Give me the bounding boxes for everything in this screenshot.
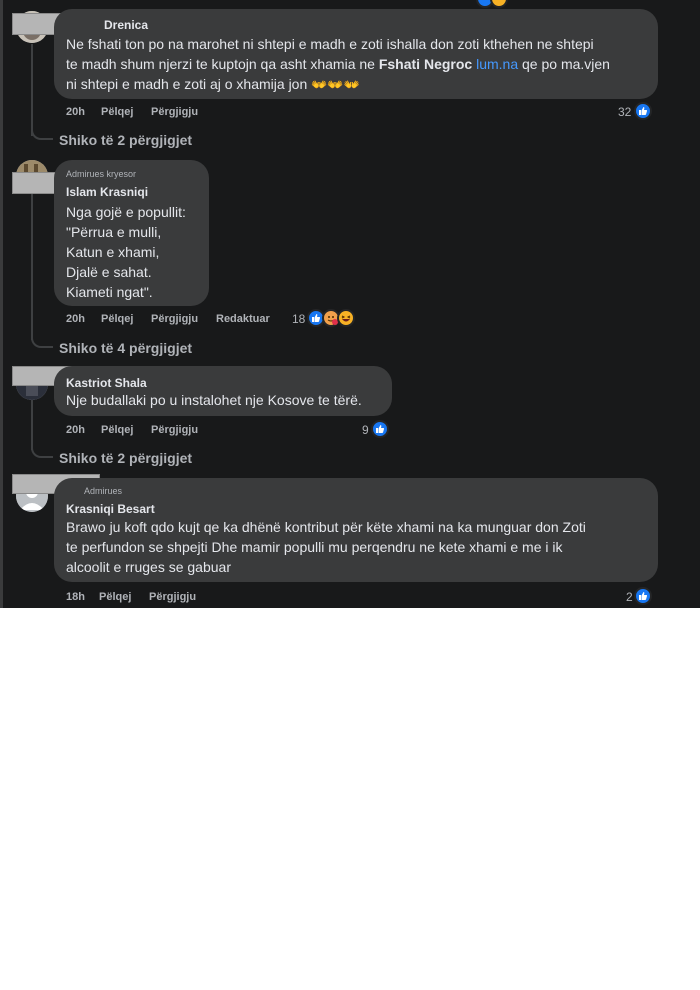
- top-fan-badge: Admirues kryesor: [66, 169, 137, 179]
- like-icon: [634, 587, 652, 605]
- comment-author[interactable]: Krasniqi Besart: [66, 502, 155, 516]
- comment-time[interactable]: 20h: [66, 313, 85, 325]
- comment-link[interactable]: lum.na: [476, 56, 518, 72]
- like-button[interactable]: Pëlqej: [101, 313, 133, 325]
- comments-panel: Drenica Ne fshati ton po na marohet ni s…: [0, 0, 700, 608]
- view-replies-link[interactable]: Shiko të 2 përgjigjet: [59, 450, 192, 466]
- reply-button[interactable]: Përgjigju: [151, 106, 198, 118]
- reply-button[interactable]: Përgjigju: [151, 424, 198, 436]
- reply-button[interactable]: Përgjigju: [151, 313, 198, 325]
- reply-connector: [31, 440, 53, 458]
- comment-time[interactable]: 20h: [66, 424, 85, 436]
- comment-text-line: Kiameti ngat".: [66, 284, 153, 300]
- view-replies-link[interactable]: Shiko të 4 përgjigjet: [59, 340, 192, 356]
- comment-text-line: Nga gojë e popullit:: [66, 204, 186, 220]
- comment-text-line: te madh shum njerzi te kuptojn qa asht x…: [66, 56, 610, 72]
- reaction-count[interactable]: 9: [362, 423, 369, 437]
- comment-time[interactable]: 18h: [66, 591, 85, 603]
- comment-text-line: Djalë e sahat.: [66, 264, 152, 280]
- haha-icon: [490, 0, 508, 8]
- comment-text-line: alcoolit e rruges se gabuar: [66, 559, 231, 575]
- comment-text-line: te perfundon se shpejti Dhe mamir popull…: [66, 539, 563, 555]
- view-replies-link[interactable]: Shiko të 2 përgjigjet: [59, 132, 192, 148]
- reaction-count[interactable]: 32: [618, 105, 631, 119]
- fan-badge: Admirues: [84, 486, 123, 496]
- comment-text-line: "Përrua e mulli,: [66, 224, 162, 240]
- comment-time[interactable]: 20h: [66, 106, 85, 118]
- comment-text-line: Katun e xhami,: [66, 244, 160, 260]
- comment-author[interactable]: Kastriot Shala: [66, 376, 147, 390]
- comment-text-line: Nje budallaki po u instalohet nje Kosove…: [66, 392, 362, 408]
- reaction-count[interactable]: 2: [626, 590, 633, 604]
- edited-label[interactable]: Redaktuar: [216, 313, 270, 325]
- like-button[interactable]: Pëlqej: [101, 106, 133, 118]
- like-icon: [371, 420, 389, 438]
- comment-text-line: Ne fshati ton po na marohet ni shtepi e …: [66, 36, 594, 52]
- reply-button[interactable]: Përgjigju: [149, 591, 196, 603]
- reply-connector: [31, 330, 53, 348]
- like-icon: [634, 102, 652, 120]
- comment-author[interactable]: Islam Krasniqi: [66, 185, 148, 199]
- page-mention[interactable]: Fshati Negroc: [379, 56, 472, 72]
- comment-text-line: Brawo ju koft qdo kujt qe ka dhënë kontr…: [66, 519, 586, 535]
- like-button[interactable]: Pëlqej: [101, 424, 133, 436]
- comment-author[interactable]: Drenica: [104, 18, 148, 32]
- like-button[interactable]: Pëlqej: [99, 591, 131, 603]
- reaction-count[interactable]: 18: [292, 312, 305, 326]
- haha-icon: [337, 309, 355, 327]
- raised-hands-emoji: 👐👐👐: [311, 77, 360, 92]
- panel-edge: [0, 0, 3, 608]
- reply-connector: [31, 120, 53, 140]
- comment-text-line: ni shtepi e madh e zoti aj o xhamija jon…: [66, 76, 360, 92]
- thread-line: [31, 190, 33, 340]
